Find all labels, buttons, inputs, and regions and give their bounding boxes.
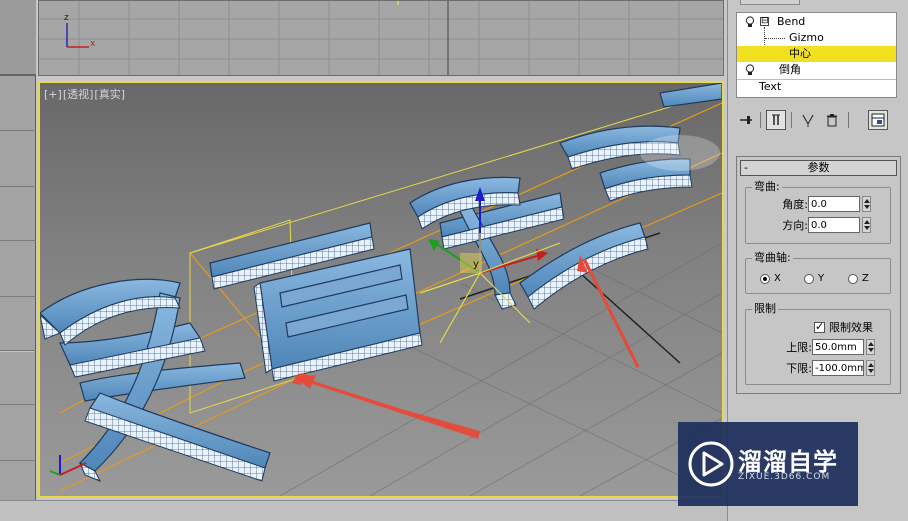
upper-limit-row: 上限: — [752, 339, 875, 355]
upper-limit-label: 上限: — [786, 341, 812, 354]
stack-item-label: 中心 — [789, 47, 811, 60]
axis-x-radio[interactable]: X — [760, 273, 781, 284]
upper-limit-spinner[interactable] — [866, 339, 875, 355]
show-end-result-icon[interactable] — [766, 110, 786, 130]
grid-line — [0, 186, 36, 187]
grid-line — [0, 296, 36, 297]
axis-radio-group: X Y Z — [760, 273, 890, 287]
angle-spinner[interactable] — [862, 196, 871, 212]
limits-group: 限制 限制效果 上限: 下限: — [745, 302, 891, 385]
left-viewport-strip — [0, 0, 36, 521]
active-axis-line — [0, 351, 34, 352]
divider — [760, 112, 761, 128]
viewport-label[interactable]: [+][透视][真实] — [44, 86, 126, 102]
limit-effect-checkbox[interactable] — [814, 320, 825, 333]
radio-icon[interactable] — [760, 273, 770, 284]
limit-effect-row[interactable]: 限制效果 — [814, 319, 873, 335]
radio-icon[interactable] — [848, 273, 858, 284]
direction-input[interactable] — [808, 217, 860, 233]
remove-modifier-icon[interactable] — [822, 110, 842, 130]
divider — [848, 112, 849, 128]
stack-item-text[interactable]: Text — [737, 79, 896, 95]
watermark-logo: 溜溜自学 ZIXUE.3D66.COM — [678, 422, 858, 506]
rollout-title: 参数 — [807, 161, 830, 174]
upper-limit-input[interactable] — [812, 339, 864, 355]
stack-item-bend[interactable]: ⊟ Bend — [737, 14, 896, 30]
direction-spinner[interactable] — [862, 217, 871, 233]
configure-modifier-sets-icon[interactable] — [868, 110, 888, 130]
grid-line — [0, 130, 36, 131]
bend-group-title: 弯曲: — [752, 180, 782, 194]
viewport-menu-shading[interactable]: [真实] — [94, 88, 125, 101]
radio-icon[interactable] — [804, 273, 814, 284]
grid-line — [0, 240, 36, 241]
stack-item-label: Bend — [777, 15, 806, 28]
direction-label: 方向: — [782, 219, 808, 232]
collapse-icon[interactable]: ⊟ — [760, 17, 769, 26]
play-logo-icon — [688, 441, 734, 487]
lower-limit-spinner[interactable] — [866, 360, 875, 376]
make-unique-icon[interactable] — [798, 110, 818, 130]
perspective-viewport[interactable]: [+][透视][真实] y — [38, 81, 724, 498]
stack-item-gizmo[interactable]: Gizmo — [737, 30, 896, 46]
parameters-rollout: - 参数 弯曲: 角度: 方向: 弯曲轴: X Y Z — [736, 156, 901, 394]
grid-line — [0, 404, 36, 405]
angle-label: 角度: — [782, 198, 808, 211]
axis-tripod-icon — [66, 23, 89, 48]
divider — [791, 112, 792, 128]
stack-item-chamfer[interactable]: 倒角 — [737, 62, 896, 78]
rollout-collapse-icon[interactable]: - — [744, 161, 748, 175]
stack-item-label: 倒角 — [779, 63, 801, 76]
angle-row: 角度: — [752, 196, 871, 212]
gizmo-y-label: y — [473, 259, 479, 270]
lightbulb-icon[interactable] — [745, 16, 755, 28]
panel-tab[interactable] — [740, 0, 800, 5]
bend-axis-group: 弯曲轴: X Y Z — [745, 251, 891, 294]
axis-z-label: z — [64, 13, 69, 23]
lightbulb-icon[interactable] — [745, 64, 755, 76]
axis-y-radio[interactable]: Y — [804, 273, 824, 284]
left-top-viewport[interactable] — [0, 0, 36, 76]
rollout-header[interactable]: - 参数 — [740, 160, 897, 176]
bend-group: 弯曲: 角度: 方向: — [745, 180, 891, 244]
lower-limit-label: 下限: — [786, 362, 812, 375]
pin-stack-icon[interactable] — [736, 110, 756, 130]
top-viewport[interactable]: z x — [38, 0, 724, 76]
modifier-stack-list[interactable]: ⊟ Bend Gizmo 中心 倒角 Text — [736, 12, 897, 98]
lower-limit-input[interactable] — [812, 360, 864, 376]
limits-title: 限制 — [752, 302, 778, 316]
top-viewport-grid — [39, 1, 723, 75]
limit-effect-label: 限制效果 — [829, 321, 873, 334]
stack-item-label: Gizmo — [789, 31, 824, 44]
axis-z-radio[interactable]: Z — [848, 273, 869, 284]
lower-limit-row: 下限: — [752, 360, 875, 376]
grid-line — [0, 460, 36, 461]
bend-axis-title: 弯曲轴: — [752, 251, 793, 265]
viewport-menu-perspective[interactable]: [透视] — [63, 88, 94, 101]
viewport-menu-plus[interactable]: [+] — [44, 88, 62, 101]
axis-x-label: x — [90, 39, 96, 49]
stack-toolbar — [736, 110, 901, 132]
watermark-subtitle: ZIXUE.3D66.COM — [738, 472, 831, 482]
stack-item-label: Text — [759, 80, 782, 93]
direction-row: 方向: — [752, 217, 871, 233]
stack-item-center[interactable]: 中心 — [737, 46, 896, 62]
angle-input[interactable] — [808, 196, 860, 212]
perspective-scene — [40, 83, 722, 496]
